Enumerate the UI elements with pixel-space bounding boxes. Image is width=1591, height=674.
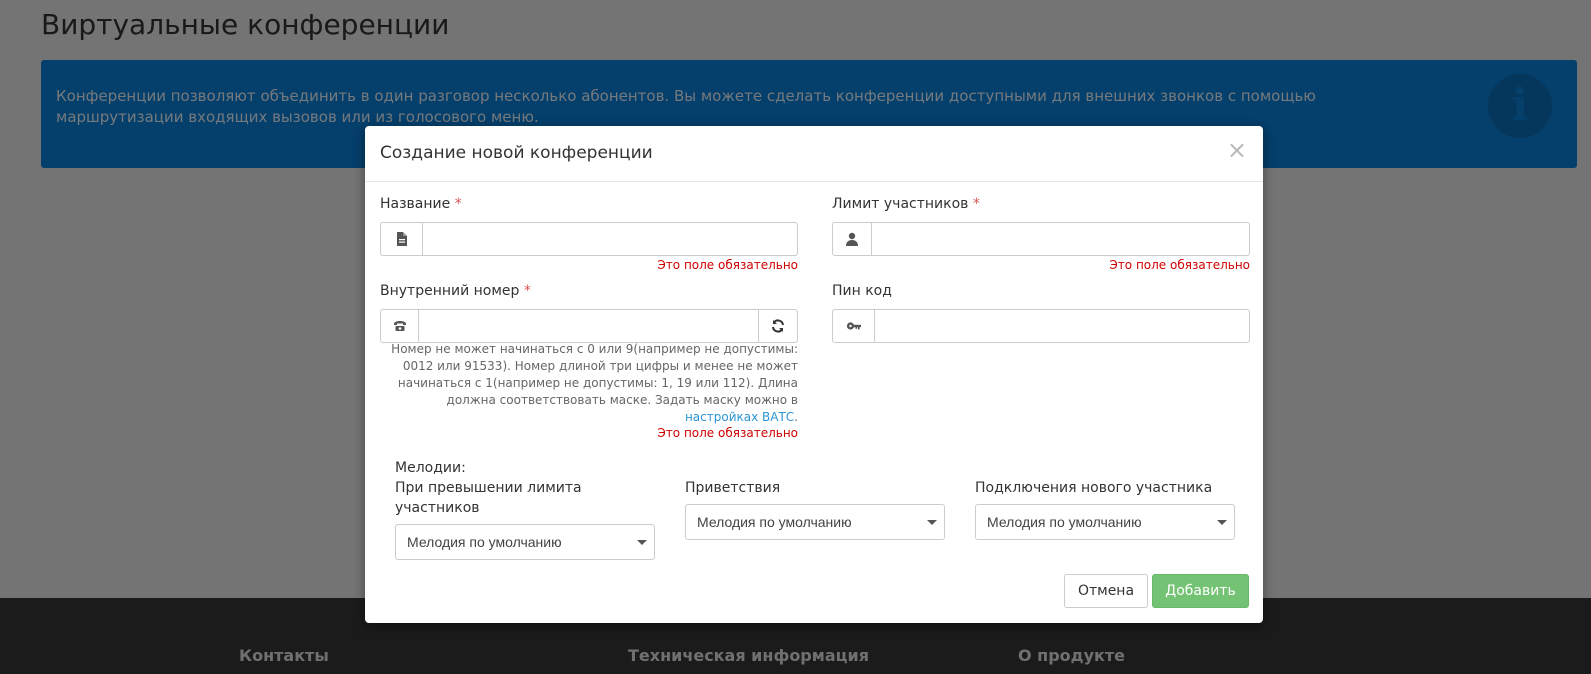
file-icon xyxy=(380,222,423,256)
melodies-heading: Мелодии: xyxy=(395,460,466,476)
limit-label: Лимит участников * xyxy=(832,196,980,212)
internal-number-error: Это поле обязательно xyxy=(657,426,798,440)
name-label: Название * xyxy=(380,196,462,212)
refresh-icon[interactable] xyxy=(759,309,798,343)
name-input-group xyxy=(380,222,798,256)
name-error: Это поле обязательно xyxy=(657,258,798,272)
chevron-down-icon xyxy=(1217,520,1227,525)
internal-number-label: Внутренний номер * xyxy=(380,283,531,299)
limit-input[interactable] xyxy=(872,222,1250,256)
modal-title: Создание новой конференции xyxy=(380,143,653,163)
melody-join-label: Подключения нового участника xyxy=(975,480,1213,496)
pin-input[interactable] xyxy=(875,309,1250,343)
pin-input-group xyxy=(832,309,1250,343)
melody-limit-label: При превышении лимита участников xyxy=(395,480,582,516)
pbx-settings-link[interactable]: настройках ВАТС xyxy=(685,410,794,424)
limit-input-group xyxy=(832,222,1250,256)
name-input[interactable] xyxy=(423,222,798,256)
create-conference-dialog: Создание новой конференции × Название * … xyxy=(365,126,1263,623)
required-mark: * xyxy=(454,196,462,212)
chevron-down-icon xyxy=(927,520,937,525)
cancel-button[interactable]: Отмена xyxy=(1064,574,1148,608)
melody-join-select[interactable]: Мелодия по умолчанию xyxy=(975,504,1235,540)
pin-label: Пин код xyxy=(832,283,892,299)
add-button[interactable]: Добавить xyxy=(1152,574,1249,608)
internal-number-input-group xyxy=(380,309,798,343)
key-icon xyxy=(832,309,875,343)
limit-error: Это поле обязательно xyxy=(1109,258,1250,272)
user-icon xyxy=(832,222,872,256)
close-button[interactable]: × xyxy=(1227,136,1247,164)
modal-header: Создание новой конференции × xyxy=(365,126,1263,182)
internal-number-help: Номер не может начинаться с 0 или 9(напр… xyxy=(391,342,798,424)
phone-icon xyxy=(380,309,419,343)
chevron-down-icon xyxy=(637,540,647,545)
melody-greeting-label: Приветствия xyxy=(685,480,781,496)
melody-greeting-select[interactable]: Мелодия по умолчанию xyxy=(685,504,945,540)
required-mark: * xyxy=(972,196,980,212)
required-mark: * xyxy=(523,283,531,299)
internal-number-input[interactable] xyxy=(419,309,759,343)
melody-limit-select[interactable]: Мелодия по умолчанию xyxy=(395,524,655,560)
